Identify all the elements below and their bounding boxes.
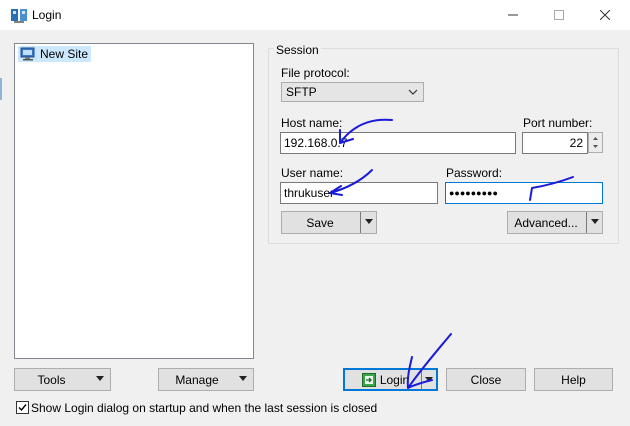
- password-label: Password:: [446, 166, 503, 180]
- spinner-arrows-icon: [593, 137, 598, 148]
- maximize-button[interactable]: [536, 0, 582, 30]
- chevron-down-icon: [408, 89, 418, 95]
- startup-checkbox-label: Show Login dialog on startup and when th…: [31, 401, 378, 415]
- manage-button[interactable]: Manage: [158, 368, 254, 391]
- file-protocol-label: File protocol:: [281, 66, 350, 80]
- port-number-value: 22: [569, 136, 583, 150]
- tools-button[interactable]: Tools: [14, 368, 111, 391]
- user-name-label: User name:: [281, 166, 344, 180]
- save-button[interactable]: Save: [281, 211, 377, 234]
- maximize-icon: [554, 10, 564, 20]
- window-title: Login: [32, 8, 62, 22]
- user-name-value: thrukuser: [284, 186, 335, 200]
- host-name-value: 192.168.0.7: [284, 136, 348, 150]
- port-number-input[interactable]: 22: [522, 132, 588, 154]
- checkmark-icon: [18, 404, 27, 412]
- user-name-input[interactable]: thrukuser: [280, 182, 438, 204]
- minimize-icon: [508, 14, 518, 16]
- site-item-label: New Site: [40, 47, 89, 61]
- file-protocol-value: SFTP: [286, 85, 317, 99]
- dropdown-arrow-icon: [425, 377, 433, 382]
- close-window-button[interactable]: [582, 0, 628, 30]
- save-button-label: Save: [306, 215, 334, 230]
- dropdown-arrow-icon: [365, 219, 373, 224]
- minimize-button[interactable]: [490, 0, 536, 30]
- winscp-icon: [11, 9, 27, 23]
- login-icon: [361, 372, 376, 387]
- password-input[interactable]: ●●●●●●●●●: [445, 182, 603, 204]
- file-protocol-select[interactable]: SFTP: [281, 82, 424, 102]
- tools-button-label: Tools: [37, 372, 66, 387]
- login-button[interactable]: Login: [343, 368, 438, 391]
- session-group-title: Session: [274, 43, 321, 57]
- port-spinner[interactable]: [588, 132, 603, 153]
- manage-button-label: Manage: [175, 372, 219, 387]
- help-button[interactable]: Help: [534, 368, 613, 391]
- advanced-button[interactable]: Advanced...: [507, 211, 603, 234]
- background-window-edge: [0, 78, 2, 100]
- title-bar: Login: [0, 0, 630, 30]
- startup-checkbox[interactable]: [16, 401, 29, 414]
- help-button-label: Help: [561, 372, 586, 387]
- computer-icon: [20, 47, 35, 61]
- dropdown-arrow-icon: [239, 376, 247, 381]
- dropdown-arrow-icon: [96, 376, 104, 381]
- close-button[interactable]: Close: [446, 368, 526, 391]
- site-item-new-site[interactable]: New Site: [18, 46, 92, 62]
- host-name-label: Host name:: [281, 116, 343, 130]
- host-name-input[interactable]: 192.168.0.7: [280, 132, 516, 154]
- login-button-label: Login: [379, 372, 410, 387]
- close-icon: [600, 10, 610, 20]
- advanced-button-label: Advanced...: [514, 215, 578, 230]
- site-tree[interactable]: New Site: [14, 43, 254, 359]
- dropdown-arrow-icon: [591, 219, 599, 224]
- port-number-label: Port number:: [523, 116, 593, 130]
- close-button-label: Close: [470, 372, 502, 387]
- password-value: ●●●●●●●●●: [449, 188, 498, 198]
